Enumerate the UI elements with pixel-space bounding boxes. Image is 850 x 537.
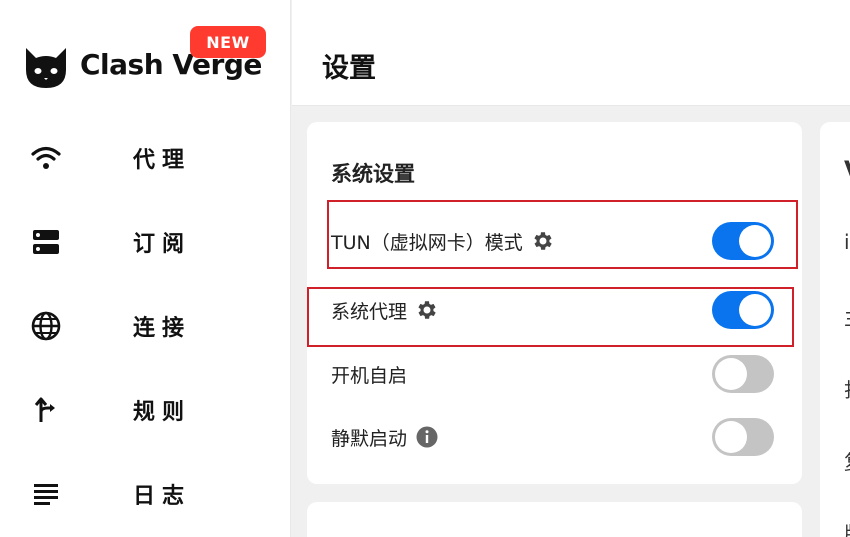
sidebar-item-label: 连接 (133, 316, 192, 341)
next-settings-card (307, 502, 802, 537)
cat-logo-icon (26, 48, 66, 88)
page-header: 设置 (292, 0, 850, 106)
setting-label: 静默启动 (331, 427, 408, 450)
highlight-box-tun (327, 200, 798, 269)
new-badge: NEW (190, 26, 266, 58)
row-label-fragment: i (844, 230, 850, 254)
card-title-fragment: V (844, 156, 850, 184)
sidebar-item-subscriptions[interactable]: 订阅 (0, 214, 291, 270)
sidebar-item-label: 订阅 (133, 232, 192, 257)
row-label-fragment: 打 (844, 374, 850, 403)
sidebar-item-proxy[interactable]: 代理 (0, 130, 291, 186)
row-label-fragment: 复 (844, 446, 850, 475)
toggle-knob (715, 421, 747, 453)
silent-start-toggle[interactable] (712, 418, 774, 456)
page-title: 设置 (322, 53, 376, 84)
wifi-icon (30, 142, 62, 174)
card-title: 系统设置 (331, 162, 415, 186)
sidebar: Clash Verge NEW 代理 订阅 连接 规则 日志 (0, 0, 291, 537)
highlight-box-system-proxy (307, 287, 794, 347)
setting-row-auto-launch: 开机自启 (331, 352, 778, 396)
setting-label: 开机自启 (331, 364, 408, 387)
sidebar-item-label: 日志 (133, 484, 192, 509)
setting-row-silent-start: 静默启动 (331, 415, 778, 459)
auto-launch-toggle[interactable] (712, 355, 774, 393)
lines-icon (30, 478, 62, 510)
globe-icon (30, 310, 62, 342)
row-label-fragment: 版 (844, 518, 850, 537)
info-icon[interactable] (415, 425, 439, 449)
toggle-knob (715, 358, 747, 390)
sidebar-item-logs[interactable]: 日志 (0, 466, 291, 522)
row-label-fragment: 主 (844, 302, 850, 331)
sidebar-item-label: 代理 (133, 148, 192, 173)
sidebar-item-label: 规则 (133, 400, 192, 425)
sidebar-item-rules[interactable]: 规则 (0, 382, 291, 438)
right-settings-card: V i 主 打 复 版 (820, 122, 850, 537)
sidebar-item-connections[interactable]: 连接 (0, 298, 291, 354)
storage-icon (30, 226, 62, 258)
fork-arrow-icon (30, 394, 62, 426)
